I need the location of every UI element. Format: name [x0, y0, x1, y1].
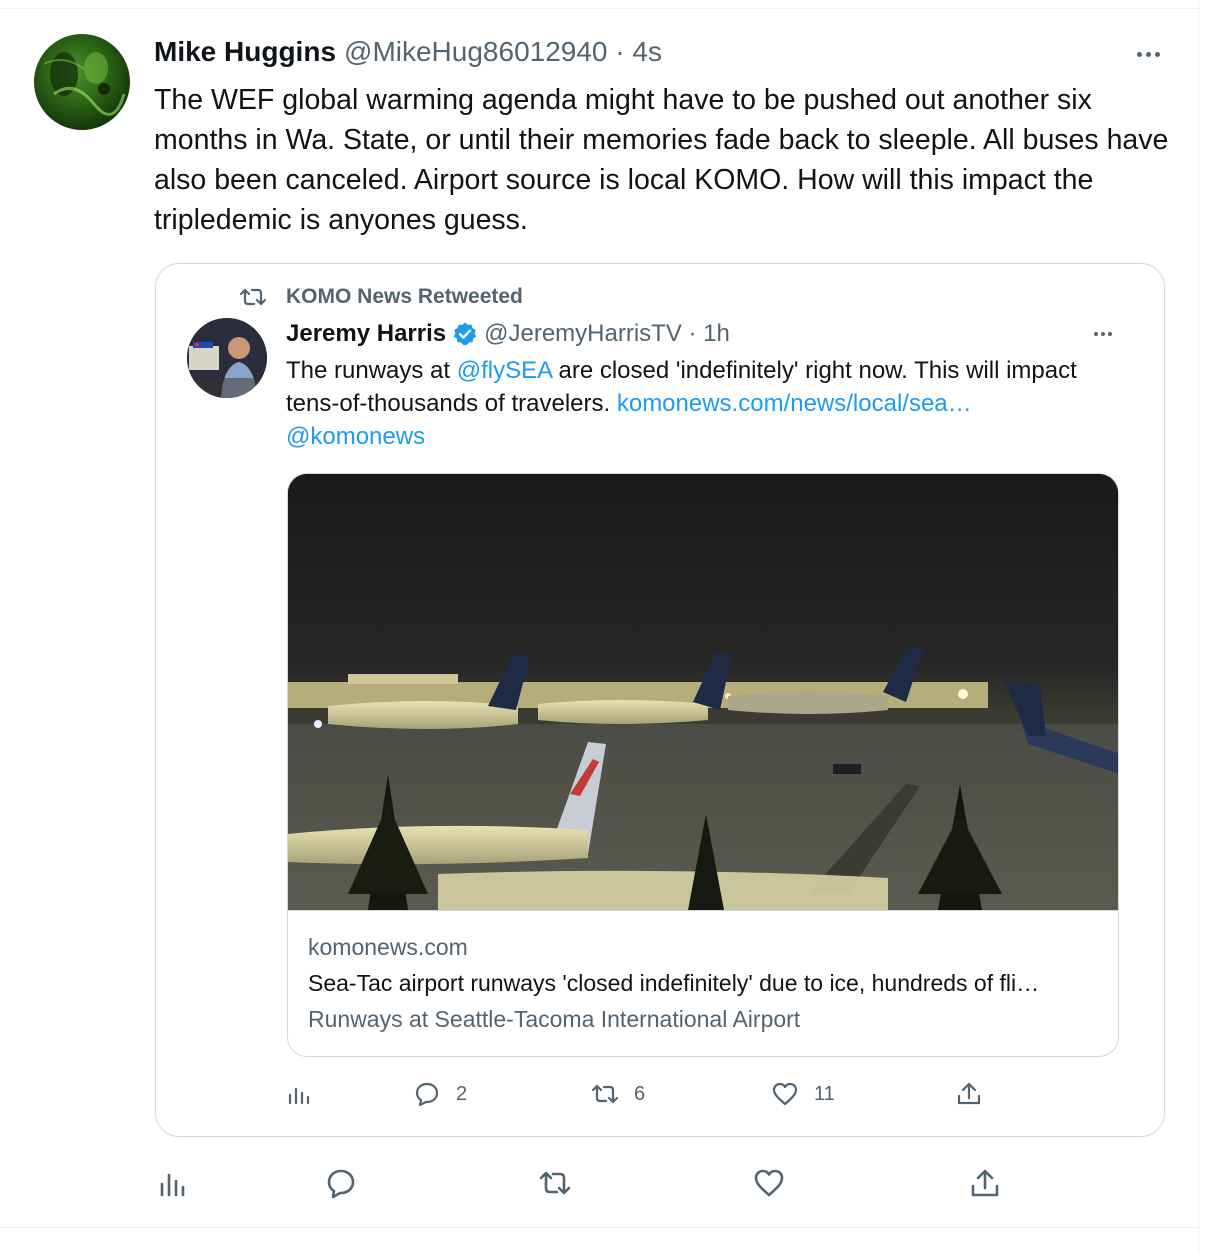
quoted-author-name[interactable]: Jeremy Harris: [286, 320, 446, 348]
tweet-text: The WEF global warming agenda might have…: [154, 84, 1169, 236]
card-domain: komonews.com: [308, 934, 468, 960]
more-options-button[interactable]: [1128, 40, 1168, 68]
share-button[interactable]: [964, 1162, 1006, 1204]
article-url-link[interactable]: komonews.com/news/local/sea…: [617, 390, 972, 417]
avatar-image: [43, 52, 126, 116]
tweet-action-bar: [150, 1162, 1010, 1204]
tweet-header: Mike Huggins @MikeHug86012940 · 4s: [154, 36, 662, 70]
quoted-header: Jeremy Harris @JeremyHarrisTV · 1h: [286, 318, 730, 350]
reply-icon: [415, 1082, 439, 1107]
right-divider: [1198, 0, 1199, 1254]
author-handle-and-time[interactable]: @MikeHug86012940 · 4s: [344, 36, 662, 68]
verified-badge-icon: [453, 322, 477, 345]
more-horizontal-icon: [1094, 332, 1098, 336]
card-description: Runways at Seattle-Tacoma International …: [308, 1006, 801, 1032]
top-divider: [0, 8, 1200, 9]
share-icon: [971, 1169, 999, 1197]
retweet-icon: [539, 1171, 571, 1195]
quoted-avatar-image: [187, 318, 267, 398]
tweet-container[interactable]: Mike Huggins @MikeHug86012940 · 4s The W…: [0, 0, 1228, 1254]
mention-link-komonews[interactable]: @komonews: [286, 423, 425, 450]
reply-icon: [327, 1169, 355, 1199]
quoted-text-part: The runways at: [286, 357, 457, 384]
retweet-icon: [240, 288, 266, 306]
share-icon: [957, 1082, 981, 1105]
quoted-like-button[interactable]: 11: [772, 1076, 835, 1112]
retweet-count: 6: [634, 1082, 646, 1105]
quoted-retweet-button[interactable]: 6: [592, 1076, 645, 1112]
analytics-icon: [160, 1173, 185, 1197]
quoted-action-bar: 2 6 11: [286, 1076, 1006, 1112]
author-avatar[interactable]: [34, 34, 130, 130]
card-title: Sea-Tac airport runways 'closed indefini…: [308, 970, 1040, 996]
quoted-more-options-button[interactable]: [1086, 322, 1120, 346]
reply-button[interactable]: [320, 1162, 362, 1204]
retweet-button[interactable]: [534, 1162, 576, 1204]
quoted-share-button[interactable]: [956, 1076, 982, 1112]
quoted-tweet-text: The runways at @flySEA are closed 'indef…: [286, 354, 1126, 453]
heart-icon: [754, 1169, 784, 1197]
analytics-icon: [288, 1087, 310, 1105]
analytics-button[interactable]: [152, 1162, 194, 1204]
quoted-reply-button[interactable]: 2: [414, 1076, 467, 1112]
retweet-context: KOMO News Retweeted: [240, 284, 523, 310]
reply-count: 2: [456, 1082, 468, 1105]
card-divider: [288, 910, 1118, 911]
author-name[interactable]: Mike Huggins: [154, 36, 336, 68]
link-preview-card[interactable]: komonews.com Sea-Tac airport runways 'cl…: [287, 473, 1119, 1057]
quoted-author-avatar[interactable]: [187, 318, 267, 398]
retweet-icon: [592, 1084, 618, 1104]
heart-icon: [772, 1082, 798, 1106]
more-horizontal-icon: [1136, 51, 1142, 57]
quoted-author-handle-and-time[interactable]: @JeremyHarrisTV · 1h: [484, 320, 730, 348]
like-button[interactable]: [748, 1162, 790, 1204]
mention-link-flysea[interactable]: @flySEA: [457, 357, 552, 384]
retweeted-by-label[interactable]: KOMO News Retweeted: [286, 285, 523, 309]
quoted-analytics-button[interactable]: [286, 1076, 312, 1112]
card-image-airport-night: [288, 474, 1118, 910]
like-count: 11: [814, 1082, 835, 1105]
bottom-divider: [0, 1227, 1200, 1228]
